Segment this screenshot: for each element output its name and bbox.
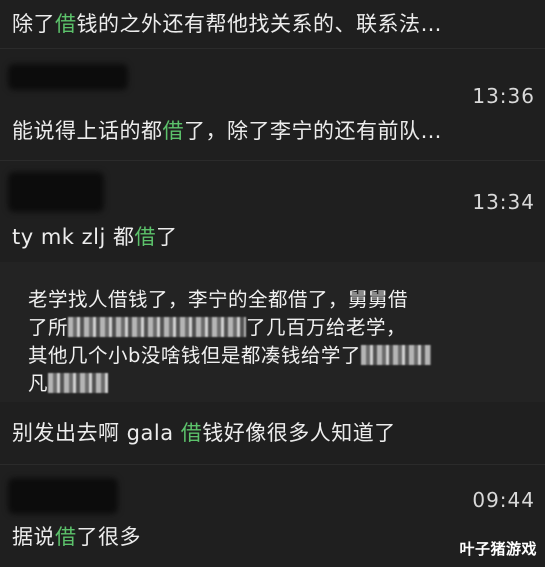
quote-line-part: 凡: [28, 372, 49, 395]
message-text: 能说得上话的都借了，除了李宁的还有前队…: [12, 118, 442, 144]
message-text-part: 据说: [12, 525, 55, 549]
quote-line: 了所 了几百万给老学，: [28, 314, 431, 342]
chat-screen: 除了借钱的之外还有帮他找关系的、联系法… 13:36 能说得上话的都借了，除了李…: [0, 0, 545, 567]
blurred-avatar: [8, 172, 104, 212]
quoted-text-block: 老学找人借钱了，李宁的全都借了，舅舅借 了所 了几百万给老学， 其他几个小b没啥钱…: [28, 286, 431, 398]
message-text: 据说借了很多: [12, 524, 141, 550]
highlighted-word: 借: [180, 421, 203, 445]
message-text-part: 别发出去啊 gala: [12, 421, 181, 445]
blurred-avatar: [8, 64, 128, 90]
message-text-part: 了: [156, 225, 178, 249]
highlighted-word: 借: [134, 225, 156, 249]
mosaic-censor: [48, 373, 109, 393]
message-text: 别发出去啊 gala 借钱好像很多人知道了: [12, 420, 396, 446]
message-text-part: ty mk zlj 都: [12, 225, 135, 249]
quote-line-part: 了几百万给老学，: [246, 316, 407, 339]
quote-line: 凡: [28, 370, 431, 398]
message-text: 除了借钱的之外还有帮他找关系的、联系法…: [12, 11, 442, 37]
message-timestamp: 13:34: [472, 190, 535, 214]
quote-line: 老学找人借钱了，李宁的全都借了，舅舅借: [28, 288, 409, 311]
message-text-part: 能说得上话的都: [12, 119, 163, 143]
message-timestamp: 13:36: [472, 84, 535, 108]
message-text-part: 钱好像很多人知道了: [202, 421, 396, 445]
divider: [0, 160, 545, 161]
quote-line-part: 其他几个小b没啥钱但是都凑钱给学了: [28, 344, 361, 367]
watermark-logo-text: 叶子猪游戏: [459, 540, 537, 558]
highlighted-word: 借: [162, 119, 184, 143]
highlighted-word: 借: [55, 12, 77, 36]
quote-line: 其他几个小b没啥钱但是都凑钱给学了: [28, 342, 431, 370]
divider: [0, 48, 545, 49]
highlighted-word: 借: [55, 525, 77, 549]
quote-line-part: 了所: [28, 316, 69, 339]
divider: [0, 464, 545, 465]
message-text: ty mk zlj 都借了: [12, 224, 178, 250]
message-text-part: 了，除了李宁的还有前队…: [184, 119, 442, 143]
message-timestamp: 09:44: [472, 488, 535, 512]
mosaic-censor: [68, 317, 247, 337]
message-text-part: 钱的之外还有帮他找关系的、联系法…: [76, 12, 442, 36]
blurred-avatar: [8, 478, 118, 514]
mosaic-censor: [360, 345, 431, 365]
message-text-part: 除了: [12, 12, 55, 36]
message-text-part: 了很多: [76, 525, 141, 549]
